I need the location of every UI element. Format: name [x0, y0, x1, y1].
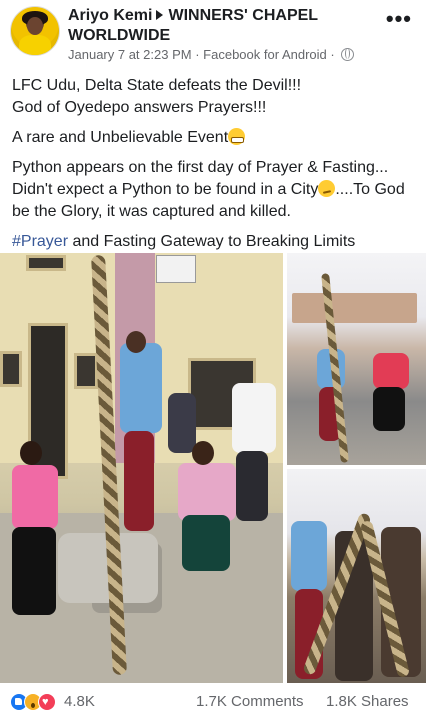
right-arrow-icon: [156, 10, 164, 21]
post-source: Facebook for Android: [203, 47, 327, 62]
comments-count[interactable]: 1.7K Comments: [196, 693, 304, 710]
photo-grid: [0, 253, 426, 685]
post-paragraph-4: #Prayer and Fasting Gateway to Breaking …: [12, 231, 417, 253]
hashtag-link[interactable]: #Prayer: [12, 233, 68, 250]
post-header: Ariyo Kemi WINNERS' CHAPEL WORLDWIDE Janu…: [0, 0, 426, 70]
post-meta: January 7 at 2:23 PM · Facebook for Andr…: [68, 47, 355, 62]
photo-building: [292, 293, 417, 323]
photo-main[interactable]: [0, 253, 283, 683]
photo-person-girl: [373, 353, 409, 389]
post-line-3: A rare and Unbelievable Event: [12, 129, 229, 146]
photo-person-head: [20, 441, 42, 465]
photo-window: [74, 353, 98, 389]
post-body: LFC Udu, Delta State defeats the Devil!!…: [12, 75, 417, 261]
shares-count[interactable]: 1.8K Shares: [326, 693, 409, 710]
post-paragraph-2: A rare and Unbelievable Event: [12, 127, 417, 149]
photo-person-man-legs: [124, 431, 154, 531]
meta-separator: ·: [195, 47, 200, 62]
photo-bottom-right[interactable]: [287, 469, 426, 683]
more-options-icon[interactable]: •••: [386, 8, 412, 30]
post-title: Ariyo Kemi WINNERS' CHAPEL WORLDWIDE: [68, 6, 378, 46]
photo-person-man: [120, 343, 162, 433]
photo-window: [0, 351, 22, 387]
photo-top-right[interactable]: [287, 253, 426, 465]
author-avatar[interactable]: [10, 6, 60, 56]
photo-person-man: [291, 521, 327, 591]
post-timestamp[interactable]: January 7 at 2:23 PM: [68, 47, 192, 62]
hashtag-rest: and Fasting Gateway to Breaking Limits: [68, 233, 356, 250]
photo-person-girl-skirt: [373, 387, 405, 431]
author-name[interactable]: Ariyo Kemi: [68, 7, 152, 24]
globe-icon: [341, 48, 355, 61]
photo-person-bg: [168, 393, 196, 453]
reaction-count[interactable]: 4.8K: [64, 693, 95, 710]
grimacing-emoji-icon: [228, 128, 246, 145]
photo-person-girl: [12, 465, 58, 529]
love-reaction-icon: [38, 693, 56, 711]
photo-person-head: [192, 441, 214, 465]
post-line-2: God of Oyedepo answers Prayers!!!: [12, 99, 267, 116]
photo-person-bg-legs: [236, 451, 268, 521]
photo-person-woman-skirt: [182, 515, 230, 571]
photo-person-woman: [178, 463, 236, 521]
photo-window: [26, 255, 66, 271]
post-footer: 4.8K 1.7K Comments 1.8K Shares: [0, 688, 426, 720]
photo-person-head: [126, 331, 146, 353]
photo-person-girl-skirt: [12, 527, 56, 615]
photo-person-bg: [232, 383, 276, 453]
smirk-emoji-icon: [318, 180, 336, 197]
post-paragraph-1: LFC Udu, Delta State defeats the Devil!!…: [12, 75, 417, 119]
post-paragraph-3: Python appears on the first day of Praye…: [12, 157, 417, 223]
photo-ac-unit: [156, 255, 196, 283]
post-line-1: LFC Udu, Delta State defeats the Devil!!…: [12, 77, 302, 94]
meta-separator-2: ·: [330, 47, 335, 62]
